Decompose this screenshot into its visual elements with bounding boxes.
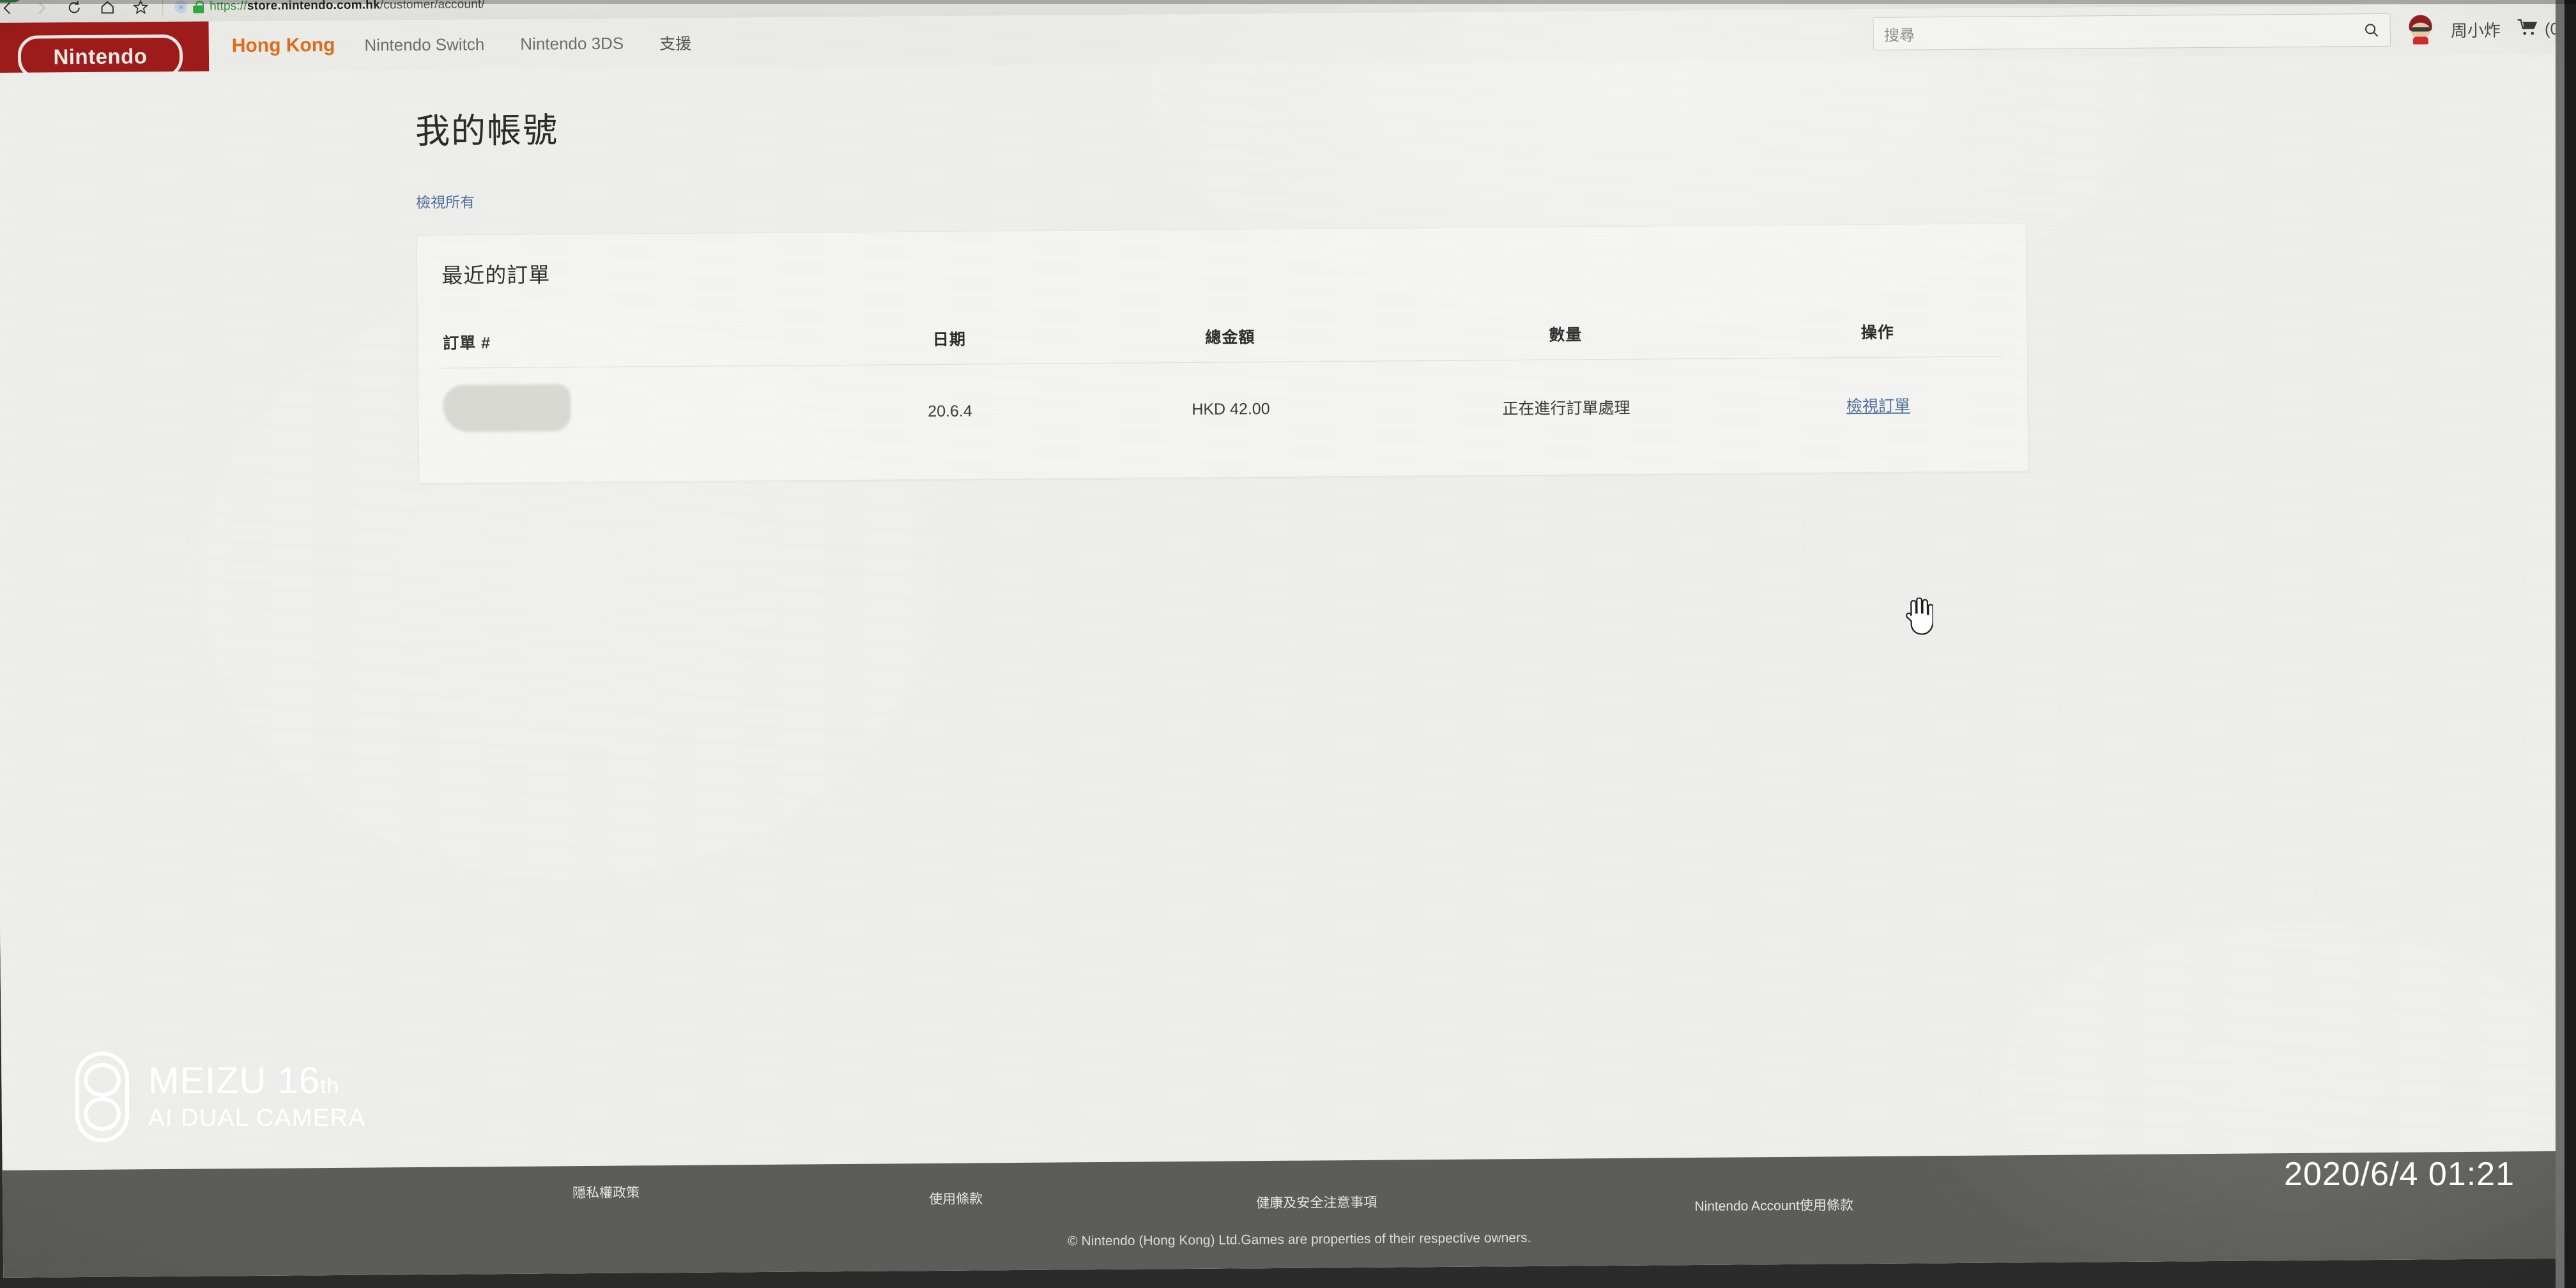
search-box[interactable]: 搜尋 [1873, 13, 2391, 50]
mouse-cursor-pointer-icon [1903, 597, 1934, 636]
primary-nav: Hong Kong Nintendo Switch Nintendo 3DS 支… [226, 31, 710, 58]
footer-link-terms-of-use[interactable]: 使用條款 [929, 1188, 983, 1208]
cell-quantity-status: 正在進行訂單處理 [1502, 399, 1630, 418]
recent-orders-card: 最近的訂單 訂單 # 日期 總金額 數量 操作 20.6.4 HKD 42.00… [416, 223, 2029, 484]
card-title: 最近的訂單 [441, 263, 551, 288]
nav-item-support[interactable]: 支援 [641, 31, 709, 55]
page-body: 我的帳號 檢視所有 最近的訂單 訂單 # 日期 總金額 數量 操作 20.6.4… [0, 53, 2576, 1278]
cell-action: 檢視訂單 [1753, 356, 2004, 443]
cell-total: HKD 42.00 [1192, 399, 1270, 418]
monitor-bezel-inner [2556, 0, 2564, 1288]
column-header-action: 操作 [1752, 318, 2003, 358]
search-icon[interactable] [2363, 22, 2380, 38]
monitor-screen: w https://store.nintendo.com.hk/customer… [0, 0, 2576, 1278]
cart-icon [2517, 19, 2539, 40]
site-footer: 隱私權政策 使用條款 健康及安全注意事項 Nintendo Account使用條… [2, 1151, 2576, 1278]
footer-link-health-safety[interactable]: 健康及安全注意事項 [1256, 1192, 1377, 1212]
table-row: 20.6.4 HKD 42.00 正在進行訂單處理 檢視訂單 [442, 356, 2004, 454]
redacted-order-number [442, 384, 571, 433]
account-username[interactable]: 周小炸 [2451, 17, 2501, 42]
column-header-quantity: 數量 [1378, 320, 1753, 362]
header-right-cluster: 搜尋 周小炸 (0) [1873, 4, 2566, 59]
footer-copyright: © Nintendo (Hong Kong) Ltd.Games are pro… [1068, 1230, 1531, 1249]
cell-order-number [442, 365, 818, 454]
column-header-date: 日期 [816, 325, 1082, 365]
monitor-bezel-top [0, 0, 2576, 4]
search-input[interactable]: 搜尋 [1884, 19, 2363, 45]
nav-item-hong-kong[interactable]: Hong Kong [226, 34, 347, 57]
page-title: 我的帳號 [415, 111, 559, 151]
nav-item-nintendo-3ds[interactable]: Nintendo 3DS [502, 33, 641, 54]
avatar[interactable] [2407, 15, 2434, 45]
orders-table-body: 20.6.4 HKD 42.00 正在進行訂單處理 檢視訂單 [442, 356, 2004, 454]
nav-item-nintendo-switch[interactable]: Nintendo Switch [346, 34, 502, 55]
monitor-bezel-outer [2564, 0, 2576, 1288]
column-header-total: 總金額 [1082, 323, 1379, 364]
footer-links: 隱私權政策 使用條款 健康及安全注意事項 Nintendo Account使用條… [3, 1167, 2576, 1214]
orders-table: 訂單 # 日期 總金額 數量 操作 20.6.4 HKD 42.00 正在進行訂… [442, 318, 2004, 453]
footer-link-privacy-policy[interactable]: 隱私權政策 [572, 1182, 640, 1202]
view-all-link[interactable]: 檢視所有 [416, 190, 475, 212]
cell-date: 20.6.4 [928, 402, 972, 421]
footer-link-nintendo-account-terms[interactable]: Nintendo Account使用條款 [1694, 1195, 1853, 1215]
content-column: 我的帳號 檢視所有 最近的訂單 訂單 # 日期 總金額 數量 操作 20.6.4… [415, 57, 2041, 484]
column-header-order: 訂單 # [442, 327, 817, 369]
view-order-link[interactable]: 檢視訂單 [1846, 397, 1910, 415]
phone-photo-of-monitor: w https://store.nintendo.com.hk/customer… [0, 0, 2576, 1288]
